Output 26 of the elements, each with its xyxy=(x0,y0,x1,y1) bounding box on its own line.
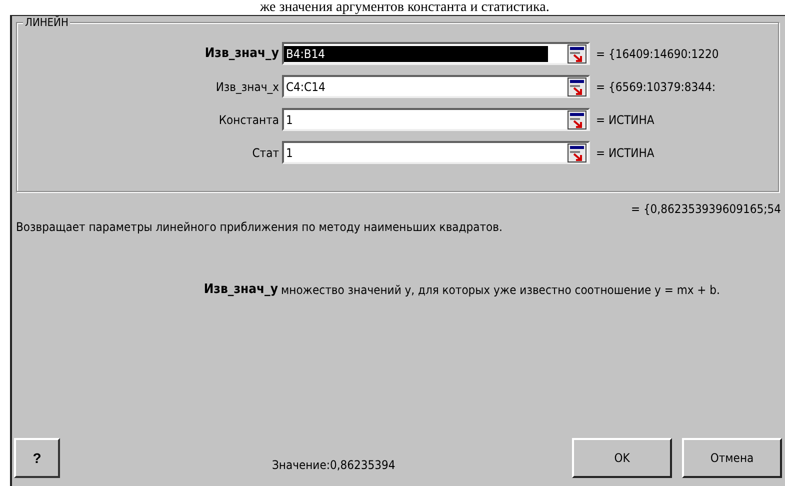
collapse-dialog-icon[interactable] xyxy=(567,142,587,162)
input-field[interactable]: C4:C14 xyxy=(282,75,590,98)
collapse-dialog-icon[interactable] xyxy=(567,44,587,64)
input-field[interactable]: 1 xyxy=(282,108,590,131)
formula-result: = {0,862353939609165;54 xyxy=(630,202,782,216)
group-title: ЛИНЕЙН xyxy=(23,16,70,29)
argument-result: = {16409:14690:1220 xyxy=(596,46,719,60)
collapse-dialog-icon[interactable] xyxy=(567,76,587,96)
help-button[interactable]: ? xyxy=(14,438,60,478)
argument-result: = {6569:10379:8344: xyxy=(596,80,716,94)
argument-label: Константа xyxy=(218,112,280,126)
argument-label: Изв_знач_у xyxy=(204,46,280,61)
argument-result: = ИСТИНА xyxy=(596,112,654,126)
dialog-button[interactable]: Отмена xyxy=(682,438,782,478)
argument-description: множество значений y, для которых уже известно соотношение y = mx + b. xyxy=(281,282,721,299)
argument-label: Стат xyxy=(251,146,280,160)
function-description: Возвращает параметры линейного приближения по методу наименьших квадратов. xyxy=(16,220,504,234)
argument-label: Изв_знач_х xyxy=(214,80,280,94)
input-field[interactable]: 1 xyxy=(282,141,590,164)
input-field[interactable]: B4:B14 xyxy=(282,42,590,65)
formula-value: Значение:0,86235394 xyxy=(272,458,396,472)
document-text: же значения аргументов константа и статистика. xyxy=(259,0,550,15)
collapse-dialog-icon[interactable] xyxy=(567,110,587,130)
argument-result: = ИСТИНА xyxy=(596,146,654,160)
dialog-button[interactable]: OK xyxy=(572,438,672,478)
argument-name: Изв_знач_у xyxy=(202,282,279,299)
